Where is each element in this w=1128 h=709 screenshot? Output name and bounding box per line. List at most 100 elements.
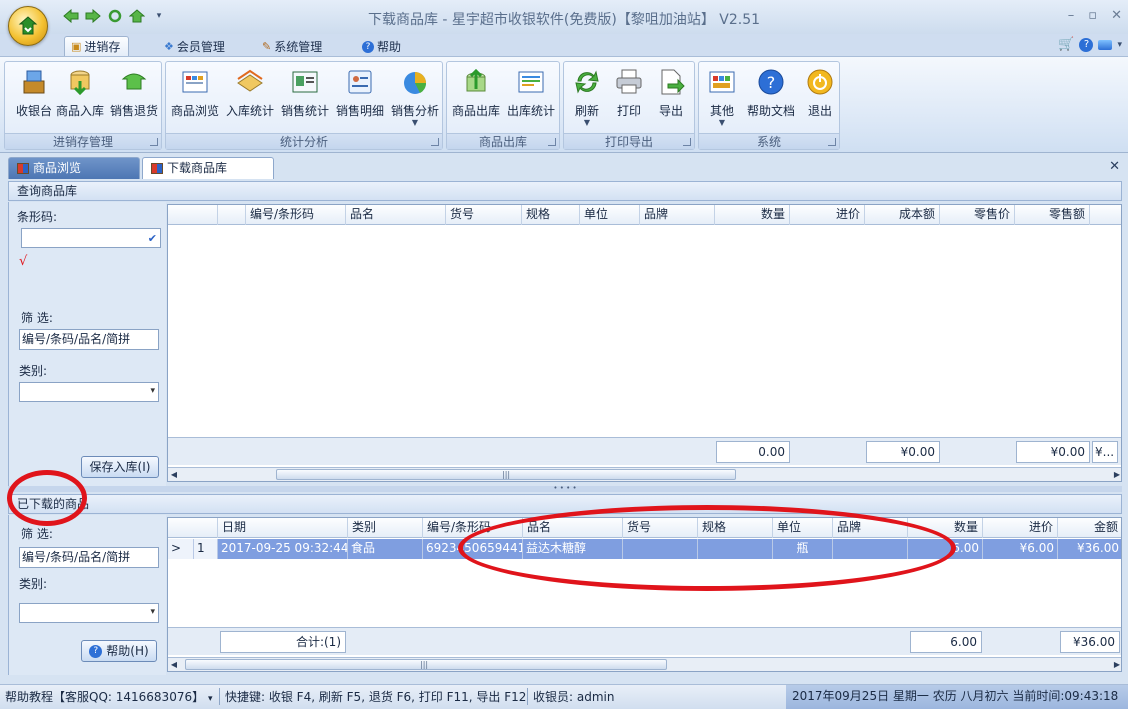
scroll-right-icon[interactable]: ▶	[1111, 468, 1121, 481]
column-header[interactable]: 货号	[623, 518, 698, 538]
cell-price[interactable]: ¥6.00	[983, 539, 1058, 559]
cell-code[interactable]: 6923450659441	[423, 539, 523, 559]
column-header[interactable]: 数量	[908, 518, 983, 538]
skin-icon[interactable]	[1098, 39, 1113, 50]
column-header[interactable]: 零售额	[1015, 205, 1090, 225]
tab-system[interactable]: ✎ 系统管理	[256, 36, 330, 57]
stock-out-stats-button[interactable]: 出库统计	[504, 64, 558, 128]
group-label: 统计分析	[166, 133, 442, 149]
column-header[interactable]: 零售价	[940, 205, 1015, 225]
help-tutorial-link[interactable]: 帮助教程【客服QQ: 1416683076】 ▾	[5, 688, 212, 705]
header-indicator	[168, 205, 218, 225]
group-launcher-icon[interactable]	[431, 138, 439, 146]
close-tab-icon[interactable]: ✕	[1109, 159, 1120, 174]
stock-in-button[interactable]: 商品入库	[53, 64, 107, 128]
column-header[interactable]: 单位	[773, 518, 833, 538]
export-icon	[655, 66, 687, 98]
column-header[interactable]: 货号	[446, 205, 522, 225]
stock-out-button[interactable]: 商品出库	[449, 64, 503, 128]
cell-spec[interactable]	[698, 539, 773, 559]
column-header[interactable]: 类别	[348, 518, 423, 538]
document-tab-strip: 商品浏览 下载商品库 ✕	[0, 153, 1128, 179]
app-menu-button[interactable]	[8, 6, 48, 46]
tab-members[interactable]: ❖ 会员管理	[158, 36, 233, 57]
save-to-stock-button[interactable]: 保存入库(I)	[81, 456, 159, 478]
horizontal-scrollbar[interactable]: ◀ ||| ▶	[168, 467, 1121, 481]
button-label: 帮助(H)	[106, 644, 149, 658]
scroll-left-icon[interactable]: ◀	[168, 468, 180, 481]
filter-input[interactable]: 编号/条码/品名/简拼	[19, 547, 159, 568]
column-header[interactable]: 数量	[715, 205, 790, 225]
group-print-export: 刷新 ▼ 打印 导出 打印导出	[563, 61, 695, 150]
column-header[interactable]: 品名	[346, 205, 446, 225]
column-header[interactable]: 成本额	[865, 205, 940, 225]
product-browse-button[interactable]: 商品浏览	[168, 64, 222, 128]
cell-brand[interactable]	[833, 539, 908, 559]
window-title: 下载商品库 - 星宇超市收银软件(免费版)【黎咀加油站】 V2.51	[367, 12, 761, 28]
group-launcher-icon[interactable]	[150, 138, 158, 146]
horizontal-scrollbar[interactable]: ◀ ||| ▶	[168, 657, 1121, 671]
help-button[interactable]: ? 帮助(H)	[81, 640, 157, 662]
other-button[interactable]: 其他 ▼	[695, 64, 749, 128]
barcode-input[interactable]: ✔	[21, 228, 161, 248]
help-circle-icon[interactable]: ?	[1079, 37, 1094, 52]
help-doc-button[interactable]: ? 帮助文档	[744, 64, 798, 128]
column-header[interactable]: 品名	[523, 518, 623, 538]
ribbon-options-icon[interactable]: ▾	[1117, 40, 1122, 50]
scroll-right-icon[interactable]: ▶	[1111, 658, 1121, 671]
group-label: 商品出库	[447, 133, 559, 149]
group-launcher-icon[interactable]	[828, 138, 836, 146]
tab-help[interactable]: ? 帮助	[356, 36, 409, 57]
help-circle-icon: ?	[89, 644, 103, 658]
panel-splitter[interactable]: • • • •	[8, 485, 1122, 492]
maximize-icon[interactable]: ▫	[1088, 8, 1097, 23]
minimize-icon[interactable]: –	[1068, 8, 1075, 23]
scroll-left-icon[interactable]: ◀	[168, 658, 180, 671]
group-label: 系统	[699, 133, 839, 149]
grid-summary-row: 合计:(1) 6.00 ¥36.00	[168, 627, 1121, 655]
exit-button[interactable]: 退出	[793, 64, 847, 128]
grid-header: 日期 类别 编号/条形码 品名 货号 规格 单位 品牌 数量 进价 金额	[168, 518, 1121, 538]
query-product-grid: 编号/条形码 品名 货号 规格 单位 品牌 数量 进价 成本额 零售价 零售额 …	[167, 204, 1122, 482]
close-icon[interactable]: ✕	[1111, 8, 1122, 23]
ribbon-right-icons: 🛒 ? ▾	[1058, 37, 1122, 52]
column-header[interactable]: 规格	[522, 205, 580, 225]
sales-return-button[interactable]: 销售退货	[107, 64, 161, 128]
cell-date[interactable]: 2017-09-25 09:32:44	[218, 539, 348, 559]
category-select[interactable]: ▾	[19, 382, 159, 402]
column-header[interactable]: 规格	[698, 518, 773, 538]
cell-sku[interactable]	[623, 539, 698, 559]
cell-quantity[interactable]: 6.00	[908, 539, 983, 559]
sales-stats-button[interactable]: 销售统计	[278, 64, 332, 128]
export-button[interactable]: 导出	[644, 64, 698, 128]
cell-category[interactable]: 食品	[348, 539, 423, 559]
cell-amount[interactable]: ¥36.00	[1058, 539, 1121, 559]
sales-detail-button[interactable]: 销售明细	[333, 64, 387, 128]
tab-download-product-library[interactable]: 下载商品库	[142, 157, 274, 179]
category-select[interactable]: ▾	[19, 603, 159, 623]
refresh-icon	[571, 66, 603, 98]
cart-icon[interactable]: 🛒	[1058, 37, 1074, 52]
column-header[interactable]: 品牌	[833, 518, 908, 538]
column-header[interactable]: 进价	[983, 518, 1058, 538]
filter-input[interactable]: 编号/条码/品名/简拼	[19, 329, 159, 350]
tab-inventory[interactable]: ▣ 进销存	[64, 36, 130, 57]
help-tab-icon: ?	[362, 40, 374, 53]
group-launcher-icon[interactable]	[548, 138, 556, 146]
tab-product-browse[interactable]: 商品浏览	[8, 157, 140, 179]
column-header[interactable]: 日期	[218, 518, 348, 538]
column-header[interactable]: 编号/条形码	[246, 205, 346, 225]
column-header[interactable]: 单位	[580, 205, 640, 225]
group-launcher-icon[interactable]	[683, 138, 691, 146]
checkmark-icon: ✔	[147, 232, 157, 245]
cell-unit[interactable]: 瓶	[773, 539, 833, 559]
sales-analysis-button[interactable]: 销售分析 ▼	[388, 64, 442, 128]
column-header[interactable]: 品牌	[640, 205, 715, 225]
column-header[interactable]: 金额	[1058, 518, 1121, 538]
table-row[interactable]: > 1 2017-09-25 09:32:44 食品 6923450659441…	[168, 539, 1121, 559]
power-icon	[804, 66, 836, 98]
cell-name[interactable]: 益达木糖醇	[523, 539, 623, 559]
stock-in-stats-button[interactable]: 入库统计	[223, 64, 277, 128]
column-header[interactable]: 编号/条形码	[423, 518, 523, 538]
column-header[interactable]: 进价	[790, 205, 865, 225]
